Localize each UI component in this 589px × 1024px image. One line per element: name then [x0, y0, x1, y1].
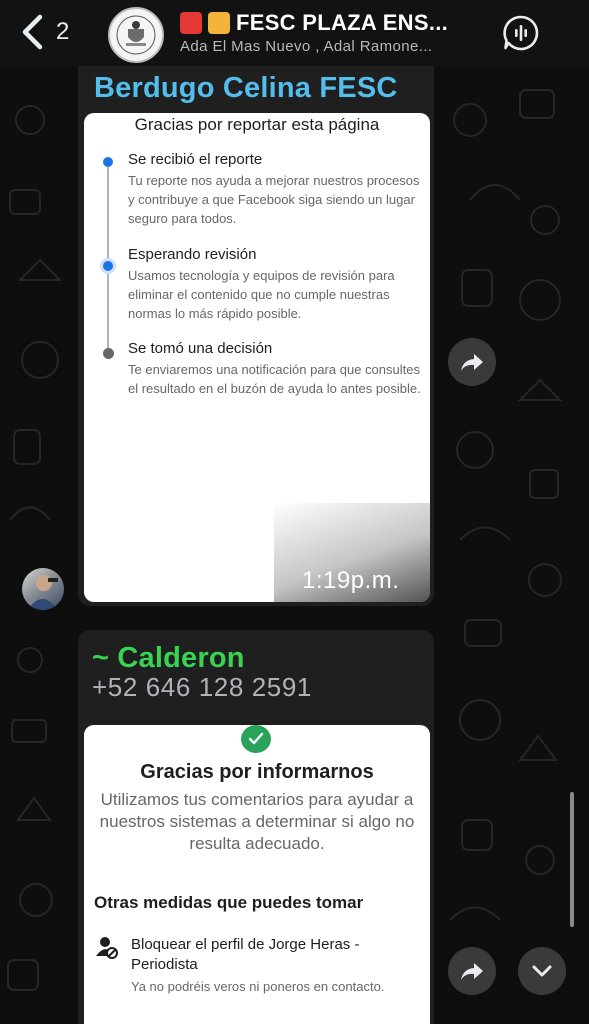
police-officer-icon [208, 12, 230, 34]
check-icon [248, 732, 264, 745]
forward-button[interactable] [448, 338, 496, 386]
voice-call-icon [503, 15, 539, 51]
chevron-left-icon [22, 14, 43, 50]
timeline-step: Se tomó una decisión Te enviaremos una n… [128, 340, 423, 398]
block-profile-title: Bloquear el perfil de Jorge Heras - Peri… [131, 936, 360, 973]
group-title-row[interactable]: FESC PLAZA ENS... [180, 10, 486, 36]
unread-count: 2 [56, 18, 70, 45]
timeline-dot-done [103, 157, 113, 167]
siren-icon [180, 12, 202, 34]
group-title: FESC PLAZA ENS... [236, 10, 449, 35]
scroll-to-bottom-button[interactable] [518, 947, 566, 995]
forward-button[interactable] [448, 947, 496, 995]
back-button[interactable]: 2 [18, 12, 92, 52]
check-badge [241, 725, 271, 753]
chat-header: 2 FESC PLAZA ENS... Ada El Mas Nuevo , A… [0, 0, 589, 66]
forward-icon [461, 963, 483, 980]
group-avatar[interactable] [108, 7, 164, 63]
report-title: Gracias por reportar esta página [134, 115, 380, 134]
voice-call-button[interactable] [500, 12, 542, 54]
timeline-dot-pending [103, 348, 114, 359]
sender-name[interactable]: Berdugo Celina FESC [94, 72, 398, 105]
image-attachment[interactable]: Gracias por reportar esta página Se reci… [84, 113, 430, 602]
step-title: Se recibió el reporte [128, 151, 263, 168]
block-user-icon [96, 935, 118, 959]
avatar[interactable] [22, 568, 64, 610]
message-time: 1:19p.m. [302, 567, 400, 594]
image-attachment[interactable]: Gracias por informarnos Utilizamos tus c… [84, 725, 430, 1024]
person-photo-icon [28, 575, 58, 610]
step-description: Te enviaremos una notificación para que … [128, 362, 421, 396]
other-actions-heading: Otras medidas que puedes tomar [94, 893, 364, 912]
timeline-step: Esperando revisión Usamos tecnología y e… [128, 246, 423, 323]
step-title: Esperando revisión [128, 246, 257, 263]
forward-icon [461, 354, 483, 371]
block-profile-description: Ya no podréis veros ni poneros en contac… [131, 979, 385, 994]
feedback-title: Gracias por informarnos [140, 761, 374, 783]
step-title: Se tomó una decisión [128, 340, 273, 357]
scrollbar[interactable] [570, 792, 574, 927]
step-description: Tu reporte nos ayuda a mejorar nuestros … [128, 173, 420, 226]
group-members: Ada El Mas Nuevo , Adal Ramone... [180, 38, 433, 55]
timeline-dot-current [100, 258, 116, 274]
feedback-description: Utilizamos tus comentarios para ayudar a… [99, 790, 415, 853]
sender-phone: +52 646 128 2591 [92, 672, 312, 702]
step-description: Usamos tecnología y equipos de revisión … [128, 268, 395, 321]
group-logo-icon [112, 11, 160, 59]
chevron-down-icon [532, 965, 552, 977]
sender-name[interactable]: ~ Calderon [92, 642, 245, 675]
timeline-step: Se recibió el reporte Tu reporte nos ayu… [128, 151, 423, 228]
